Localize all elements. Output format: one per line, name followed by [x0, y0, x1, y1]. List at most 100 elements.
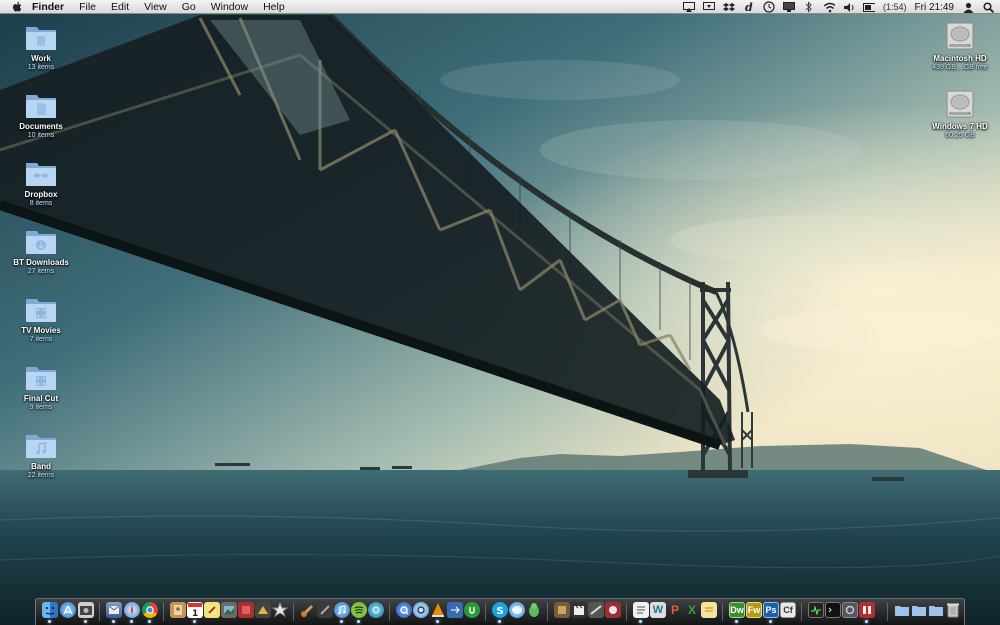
menu-app-finder[interactable]: Finder: [32, 1, 64, 13]
system-tool-icon[interactable]: [413, 602, 429, 618]
dock: 1 S W P X Dw Fw Ps Cf: [35, 598, 965, 625]
dreamweaver-icon[interactable]: Dw: [729, 602, 745, 618]
photo-app-icon[interactable]: [238, 602, 254, 618]
running-indicator: [436, 620, 439, 623]
running-indicator: [865, 620, 868, 623]
bluetooth-icon[interactable]: [803, 1, 815, 13]
powerpoint-icon[interactable]: P: [667, 602, 683, 618]
finder-icon[interactable]: [42, 602, 58, 618]
excel-icon[interactable]: X: [684, 602, 700, 618]
desktop-folder-documents[interactable]: Documents 10 items: [6, 90, 76, 140]
menu-window[interactable]: Window: [211, 1, 248, 13]
app-icon-1[interactable]: [554, 602, 570, 618]
textedit-icon[interactable]: [633, 602, 649, 618]
folder-icon: [26, 435, 56, 458]
garageband-icon[interactable]: [300, 602, 316, 618]
chrome-icon[interactable]: [142, 602, 158, 618]
menu-go[interactable]: Go: [182, 1, 196, 13]
messenger-icon[interactable]: [509, 602, 525, 618]
desktop-folder-bt-downloads[interactable]: BT Downloads 27 items: [6, 226, 76, 276]
display-mirroring-icon[interactable]: [703, 1, 716, 13]
adium-icon[interactable]: [526, 602, 542, 618]
folder-icon: [26, 367, 56, 390]
spotlight-icon[interactable]: [982, 1, 994, 13]
app-store-icon[interactable]: [60, 602, 76, 618]
icon-letter: P: [670, 603, 679, 617]
wifi-icon[interactable]: [823, 1, 836, 13]
desktop-folder-final-cut[interactable]: Final Cut 9 items: [6, 362, 76, 412]
imovie-star-icon[interactable]: [272, 602, 288, 618]
quicktime-icon[interactable]: [396, 602, 412, 618]
activity-monitor-icon[interactable]: [808, 602, 824, 618]
desktop-folder-dropbox[interactable]: Dropbox 8 items: [6, 158, 76, 208]
downloads-stack-icon[interactable]: [928, 602, 944, 618]
time-machine-icon[interactable]: [763, 1, 775, 13]
desktop-item-info: 439 GB,...GB free: [932, 64, 988, 71]
desktop-item-info: 27 items: [27, 268, 55, 275]
system-preferences-icon[interactable]: [842, 602, 858, 618]
folder-icon: [26, 27, 56, 50]
dock-separator: [163, 603, 164, 621]
menu-bar: Finder File Edit View Go Window Help d (…: [0, 0, 1000, 14]
svg-text:d: d: [745, 1, 753, 13]
hard-drive-icon: [946, 22, 974, 50]
utorrent-icon[interactable]: [464, 602, 480, 618]
notes-icon[interactable]: [701, 602, 717, 618]
applications-stack-icon[interactable]: [894, 602, 910, 618]
wordpress-icon[interactable]: W: [650, 602, 666, 618]
menu-view[interactable]: View: [144, 1, 167, 13]
imovie-icon[interactable]: [255, 602, 271, 618]
desktop-drive-windows-7-hd[interactable]: Windows 7 HD 60.25 GB: [925, 88, 995, 140]
app-icon-3[interactable]: [605, 602, 621, 618]
desktop-folder-work[interactable]: Work 13 items: [6, 22, 76, 72]
menu-edit[interactable]: Edit: [111, 1, 129, 13]
desktop-item-name: TV Movies: [21, 326, 61, 335]
desktop-item-info: 8 items: [29, 200, 53, 207]
documents-stack-icon[interactable]: [911, 602, 927, 618]
clapper-icon[interactable]: [571, 602, 587, 618]
folder-icon: [26, 299, 56, 322]
menu-file[interactable]: File: [79, 1, 96, 13]
ical-icon[interactable]: 1: [187, 602, 203, 618]
address-book-icon[interactable]: [170, 602, 186, 618]
logic-icon[interactable]: [317, 602, 333, 618]
user-icon[interactable]: [962, 1, 974, 13]
menu-clock[interactable]: Fri 21:49: [915, 2, 954, 13]
itunes-icon[interactable]: [334, 602, 350, 618]
photo-booth-icon[interactable]: [78, 602, 94, 618]
safari-icon[interactable]: [124, 602, 140, 618]
display-icon[interactable]: [783, 1, 796, 13]
photoshop-icon[interactable]: Ps: [763, 602, 779, 618]
icon-letter: Fw: [747, 605, 761, 615]
iphoto-icon[interactable]: [221, 602, 237, 618]
desktop-folder-tv-movies[interactable]: TV Movies 7 items: [6, 294, 76, 344]
fireworks-icon[interactable]: Fw: [746, 602, 762, 618]
airplay-icon[interactable]: [683, 1, 696, 13]
app-icon-2[interactable]: [588, 602, 604, 618]
vlc-icon[interactable]: [430, 602, 446, 618]
skype-icon[interactable]: S: [492, 602, 508, 618]
dashcode-icon[interactable]: d: [743, 1, 755, 13]
trash-icon[interactable]: [945, 602, 961, 618]
running-indicator: [735, 620, 738, 623]
desktop-item-name: Macintosh HD: [933, 54, 987, 63]
volume-icon[interactable]: [843, 1, 855, 13]
desktop-item-name: Work: [31, 54, 51, 63]
transmit-icon[interactable]: [447, 602, 463, 618]
stickies-icon[interactable]: [204, 602, 220, 618]
desktop-item-name: BT Downloads: [13, 258, 69, 267]
running-indicator: [48, 620, 51, 623]
mail-icon[interactable]: [106, 602, 122, 618]
desktop-drive-macintosh-hd[interactable]: Macintosh HD 439 GB,...GB free: [925, 20, 995, 72]
parallels-icon[interactable]: [859, 602, 875, 618]
music-player-icon[interactable]: [368, 602, 384, 618]
dropbox-icon[interactable]: [723, 1, 736, 13]
apple-menu-icon[interactable]: [12, 0, 26, 14]
desktop-folder-band[interactable]: Band 22 items: [6, 430, 76, 480]
coldfusion-icon[interactable]: Cf: [780, 602, 796, 618]
spotify-icon[interactable]: [351, 602, 367, 618]
running-indicator: [769, 620, 772, 623]
menu-help[interactable]: Help: [263, 1, 285, 13]
battery-icon[interactable]: [863, 1, 876, 13]
terminal-icon[interactable]: [825, 602, 841, 618]
